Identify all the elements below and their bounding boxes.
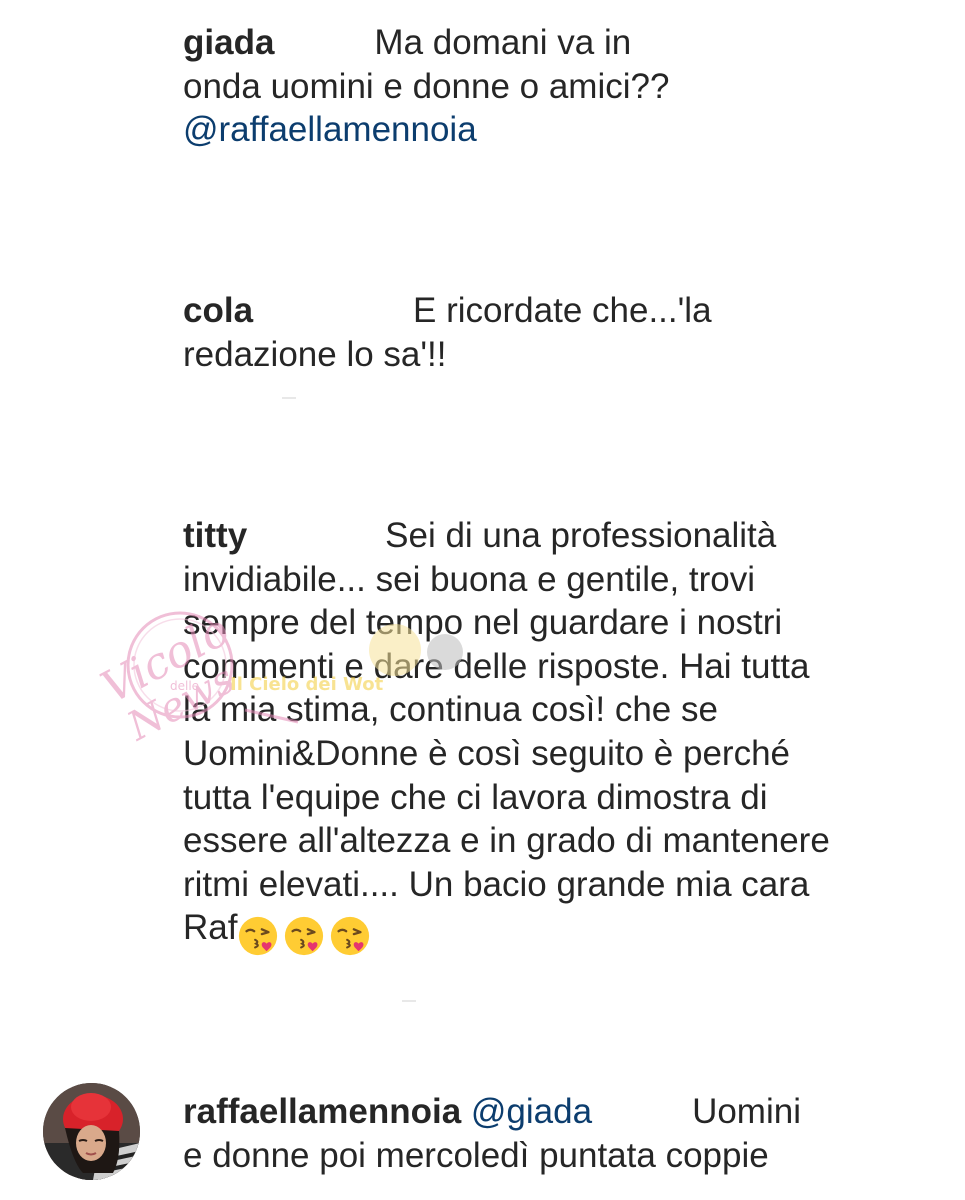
comment-text: E ricordate che...'la: [413, 291, 712, 330]
divider-dot: [282, 397, 296, 399]
avatar-photo: [43, 1083, 140, 1180]
comment-text: Uomini: [692, 1092, 801, 1131]
comment-username[interactable]: titty: [183, 516, 247, 555]
comment-raffaellamennoia: raffaellamennoia @giada Uomini e donne po…: [183, 1090, 843, 1177]
divider-dot: [402, 1000, 416, 1002]
comment-username[interactable]: cola: [183, 291, 253, 330]
comment-titty: titty Sei di una professionalità invidiab…: [183, 514, 843, 957]
avatar[interactable]: [43, 1083, 140, 1180]
comment-text-continued: redazione lo sa'!!: [183, 334, 447, 374]
face-blowing-kiss-icon: [331, 917, 370, 956]
comment-giada: giada Ma domani va in onda uomini e donne…: [183, 21, 863, 152]
face-blowing-kiss-icon: [285, 917, 324, 956]
comment-text: Ma domani va in: [374, 23, 632, 62]
comment-text-continued: invidiabile... sei buona e gentile, trov…: [183, 559, 830, 948]
face-blowing-kiss-icon: [239, 917, 278, 956]
mention-link[interactable]: @raffaellamennoia: [183, 110, 477, 149]
comment-text-continued: e donne poi mercoledì puntata coppie: [183, 1135, 769, 1175]
mention-link[interactable]: @giada: [471, 1092, 592, 1131]
comment-username[interactable]: raffaellamennoia: [183, 1092, 461, 1131]
comment-username[interactable]: giada: [183, 23, 274, 62]
comment-cola: cola E ricordate che...'la redazione lo s…: [183, 289, 863, 376]
comment-text: Sei di una professionalità: [385, 516, 777, 555]
emoji-group: [237, 912, 375, 957]
comment-text-continued: onda uomini e donne o amici??: [183, 66, 670, 106]
